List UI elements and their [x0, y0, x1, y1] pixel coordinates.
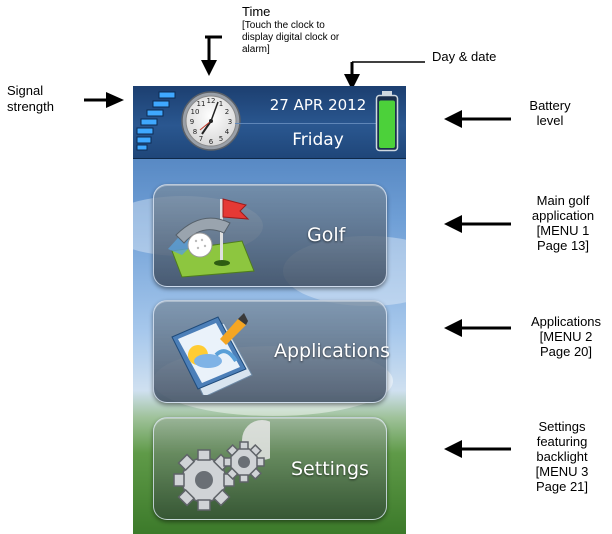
svg-text:6: 6 [209, 138, 214, 146]
golf-button[interactable]: Golf [153, 184, 387, 287]
day-date-annotation: Day & date [432, 49, 497, 64]
day-text: Friday [292, 130, 344, 150]
signal-annotation-line-2: strength [7, 99, 54, 114]
applications-button[interactable]: Applications [153, 300, 391, 403]
settings-label: Settings [291, 458, 369, 480]
gears-icon [173, 420, 270, 511]
device-screen: 12 3 6 9 1 2 4 5 7 8 10 11 27 APR 2012 F… [133, 86, 406, 534]
signal-annotation-line-1: Signal [7, 83, 44, 98]
settings-annotation: Settings featuring backlight [MENU 3 Pag… [526, 419, 598, 494]
svg-text:1: 1 [219, 100, 223, 108]
battery-arrow [444, 110, 511, 128]
applications-annotation: Applications [MENU 2 Page 20] [520, 314, 612, 359]
time-annotation-title: Time [242, 4, 271, 19]
time-arrow [201, 35, 222, 76]
golf-label: Golf [307, 224, 346, 246]
golf-annotation: Main golf application [MENU 1 Page 13] [520, 193, 606, 253]
signal-arrow [84, 92, 124, 108]
golf-annotation-line-2: application [531, 208, 595, 223]
golf-arrow [444, 215, 511, 233]
golf-annotation-line-3: [MENU 1 [536, 223, 590, 238]
battery-icon [375, 91, 399, 152]
time-annotation-note-2: display digital clock or [242, 32, 340, 43]
settings-annotation-line-2: featuring [536, 434, 588, 449]
battery-annotation-line-1: Battery [529, 98, 571, 113]
svg-text:8: 8 [193, 128, 197, 136]
settings-arrow [444, 440, 511, 458]
analog-clock-icon[interactable]: 12 3 6 9 1 2 4 5 7 8 10 11 [180, 90, 242, 152]
status-bar: 12 3 6 9 1 2 4 5 7 8 10 11 27 APR 2012 F… [133, 86, 406, 159]
svg-text:7: 7 [199, 135, 203, 143]
svg-text:4: 4 [225, 128, 230, 136]
svg-text:9: 9 [190, 118, 194, 126]
time-annotation-note-1: [Touch the clock to [242, 20, 325, 31]
signal-strength-icon [136, 91, 176, 151]
golf-annotation-line-1: Main golf [536, 193, 590, 208]
settings-annotation-line-3: backlight [536, 449, 588, 464]
applications-icon [171, 313, 253, 395]
applications-label: Applications [274, 340, 391, 362]
svg-text:3: 3 [228, 118, 232, 126]
time-annotation-note-3: alarm] [242, 44, 270, 55]
svg-text:5: 5 [219, 135, 223, 143]
battery-annotation: Battery level [520, 98, 580, 128]
battery-fill [379, 100, 395, 148]
settings-annotation-line-1: Settings [538, 419, 586, 434]
applications-annotation-line-2: [MENU 2 [539, 329, 593, 344]
svg-text:12: 12 [207, 97, 216, 105]
settings-button[interactable]: Settings [153, 417, 387, 520]
golf-ball-flag-icon [168, 198, 255, 278]
svg-text:10: 10 [191, 108, 200, 116]
settings-annotation-line-5: Page 21] [535, 479, 589, 494]
date-text: 27 APR 2012 [269, 96, 367, 114]
svg-text:11: 11 [197, 100, 206, 108]
svg-text:2: 2 [225, 108, 229, 116]
golf-annotation-line-4: Page 13] [536, 238, 590, 253]
applications-annotation-line-1: Applications [530, 314, 602, 329]
settings-annotation-line-4: [MENU 3 [535, 464, 589, 479]
applications-arrow [444, 319, 511, 337]
status-divider [235, 123, 395, 124]
battery-annotation-line-2: level [536, 113, 564, 128]
applications-annotation-line-3: Page 20] [539, 344, 593, 359]
